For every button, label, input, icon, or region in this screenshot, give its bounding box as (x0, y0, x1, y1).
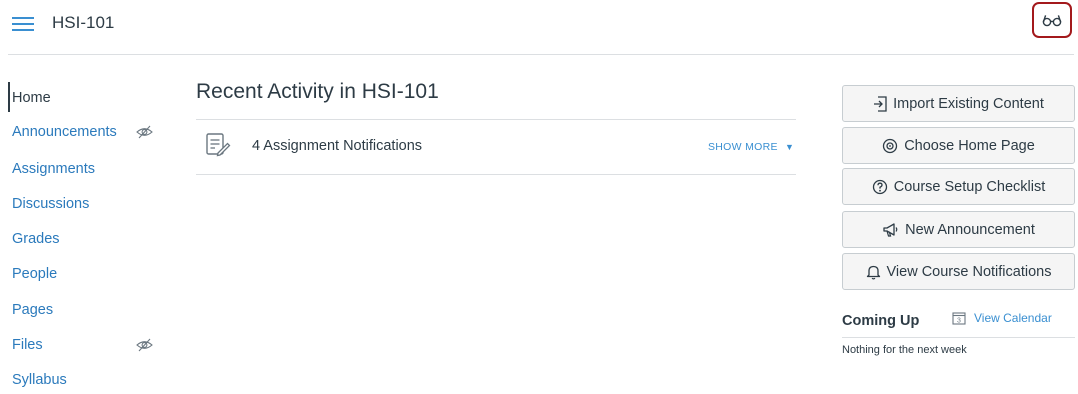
choose-home-page-button[interactable]: Choose Home Page (842, 127, 1075, 164)
nav-item-announcements[interactable]: Announcements (12, 118, 117, 146)
student-view-button[interactable] (1032, 2, 1072, 38)
nav-item-assignments[interactable]: Assignments (12, 155, 95, 183)
nav-item-grades[interactable]: Grades (12, 225, 60, 253)
new-announcement-button[interactable]: New Announcement (842, 211, 1075, 248)
import-icon (874, 95, 887, 112)
question-icon (872, 179, 887, 194)
target-icon (883, 138, 898, 153)
calendar-icon: 3 (952, 312, 966, 325)
view-course-notifications-button[interactable]: View Course Notifications (842, 253, 1075, 290)
course-setup-checklist-label: Course Setup Checklist (893, 178, 1046, 195)
assignment-icon (206, 133, 231, 157)
hidden-eye-icon (136, 125, 153, 139)
page-title: Recent Activity in HSI-101 (196, 80, 439, 103)
nav-active-indicator (8, 82, 10, 112)
new-announcement-label: New Announcement (905, 221, 1035, 238)
nav-item-discussions[interactable]: Discussions (12, 190, 89, 218)
header-divider (8, 54, 1074, 55)
hamburger-icon[interactable] (12, 16, 34, 32)
course-setup-checklist-button[interactable]: Course Setup Checklist (842, 168, 1075, 205)
activity-divider-top (196, 119, 796, 120)
show-more-label: SHOW MORE (708, 141, 778, 153)
nav-item-files[interactable]: Files (12, 331, 43, 359)
import-content-button[interactable]: Import Existing Content (842, 85, 1075, 122)
megaphone-icon (883, 222, 898, 237)
activity-divider-bottom (196, 174, 796, 175)
calendar-day: 3 (957, 318, 961, 325)
nav-item-syllabus[interactable]: Syllabus (12, 366, 67, 394)
import-content-label: Import Existing Content (893, 95, 1044, 112)
course-title[interactable]: HSI-101 (52, 13, 114, 33)
caret-down-icon: ▼ (785, 142, 795, 152)
view-calendar-label: View Calendar (974, 311, 1052, 325)
course-header: HSI-101 (0, 0, 1078, 55)
view-course-notifications-label: View Course Notifications (886, 263, 1052, 280)
show-more-button[interactable]: SHOW MORE ▼ (708, 141, 794, 153)
hidden-eye-icon (136, 338, 153, 352)
coming-up-divider (842, 337, 1075, 338)
nav-item-pages[interactable]: Pages (12, 296, 53, 324)
coming-up-heading: Coming Up (842, 313, 920, 329)
view-calendar-link[interactable]: 3 View Calendar (952, 311, 1052, 325)
choose-home-page-label: Choose Home Page (904, 137, 1035, 154)
assignment-notifications: 4 Assignment Notifications (252, 138, 423, 154)
nav-item-home[interactable]: Home (12, 84, 51, 112)
bell-icon (866, 265, 880, 279)
glasses-icon (1042, 15, 1062, 27)
coming-up-empty-text: Nothing for the next week (842, 344, 967, 356)
nav-item-people[interactable]: People (12, 260, 57, 288)
